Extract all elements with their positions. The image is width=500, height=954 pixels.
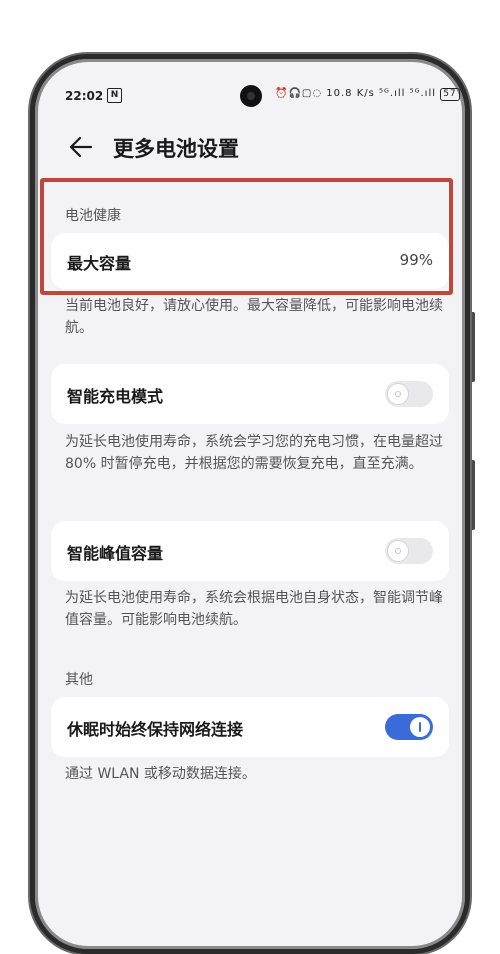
keep-network-description: 通过 WLAN 或移动数据连接。 [65,766,256,782]
smart-peak-description: 为延长电池使用寿命，系统会根据电池自身状态，智能调节峰值容量。可能影响电池续航。 [65,590,443,628]
max-capacity-value: 99% [399,251,433,269]
smart-charging-label: 智能充电模式 [67,387,164,406]
nfc-icon: N [107,88,122,103]
battery-health-description: 当前电池良好，请放心使用。最大容量降低，可能影响电池续航。 [65,298,443,336]
front-camera [240,85,262,107]
phone-frame: 22:02 N ⏰🎧▢◌ 10.8 K/s ⁵ᴳ.ıll ⁵ᴳ.ıll 57 ⚡… [30,54,470,954]
max-capacity-label: 最大容量 [67,254,132,273]
charging-icon: ⚡ [464,88,465,99]
status-bar: 22:02 N ⏰🎧▢◌ 10.8 K/s ⁵ᴳ.ıll ⁵ᴳ.ıll 57 ⚡ [35,81,465,111]
status-time: 22:02 [65,89,104,103]
keep-network-row[interactable]: 休眠时始终保持网络连接 [51,697,449,757]
section-label-other: 其他 [65,672,93,688]
section-label-battery-health: 电池健康 [65,208,121,224]
smart-charging-description: 为延长电池使用寿命，系统会学习您的充电习惯，在电量超过 80% 时暂停充电，并根… [65,434,443,472]
toggle-knob [388,541,408,561]
smart-charging-toggle[interactable] [385,381,433,407]
toggle-knob [410,717,430,737]
keep-network-label: 休眠时始终保持网络连接 [67,720,244,739]
max-capacity-row[interactable]: 最大容量 99% [51,233,449,289]
keep-network-toggle[interactable] [385,714,433,740]
smart-peak-label: 智能峰值容量 [67,544,164,563]
status-icons: ⏰🎧▢◌ 10.8 K/s ⁵ᴳ.ıll ⁵ᴳ.ıll 57 ⚡ [275,88,465,101]
back-arrow-icon[interactable] [67,133,95,161]
status-indicator-icons: ⏰🎧▢◌ 10.8 K/s ⁵ᴳ.ıll ⁵ᴳ.ıll [275,88,436,99]
screen: 22:02 N ⏰🎧▢◌ 10.8 K/s ⁵ᴳ.ıll ⁵ᴳ.ıll 57 ⚡… [35,59,465,949]
header: 更多电池设置 [35,127,465,167]
toggle-knob [388,384,408,404]
smart-peak-row[interactable]: 智能峰值容量 [51,521,449,581]
power-button [470,460,475,530]
battery-icon: 57 [440,88,460,101]
page-title: 更多电池设置 [113,137,239,161]
smart-peak-toggle[interactable] [385,538,433,564]
smart-charging-row[interactable]: 智能充电模式 [51,364,449,424]
volume-button [470,312,475,382]
